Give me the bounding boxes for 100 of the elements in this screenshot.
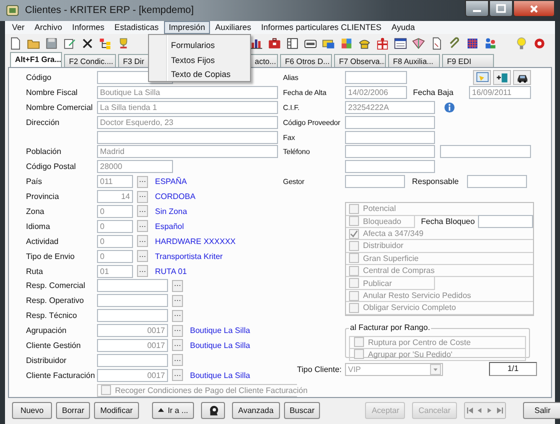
menu-item[interactable]: Impresión: [164, 21, 210, 34]
people-icon[interactable]: [484, 36, 497, 50]
lookup-button[interactable]: [172, 280, 183, 292]
close-button[interactable]: [513, 0, 555, 17]
description-link[interactable]: Boutique La Silla: [190, 340, 250, 350]
text-field[interactable]: [345, 175, 405, 188]
text-field[interactable]: [345, 116, 435, 129]
maximize-button[interactable]: [489, 0, 513, 17]
text-field[interactable]: [345, 145, 435, 158]
car-button[interactable]: [513, 70, 531, 85]
card-icon: [476, 70, 488, 84]
description-link[interactable]: Boutique La Silla: [190, 326, 250, 336]
lookup-button[interactable]: [137, 235, 148, 248]
palette-icon[interactable]: [340, 36, 353, 50]
description-link[interactable]: CORDOBA: [155, 192, 196, 202]
description-link[interactable]: HARDWARE XXXXXX: [155, 236, 236, 246]
checkbox-label: Publicar: [363, 278, 392, 288]
last-record-button[interactable]: [494, 402, 504, 418]
menu-item[interactable]: Archivo: [29, 21, 68, 34]
tree-icon[interactable]: [99, 36, 112, 50]
lookup-button[interactable]: [137, 176, 148, 188]
menu-item[interactable]: Informes particulares CLIENTES: [256, 21, 386, 34]
menu-option[interactable]: Formularios: [149, 38, 250, 52]
chart-icon[interactable]: [250, 36, 263, 50]
text-field[interactable]: [440, 145, 531, 158]
description-link[interactable]: Transportista Kriter: [155, 252, 223, 261]
description-link[interactable]: Sin Zona: [155, 206, 188, 216]
text-field[interactable]: [345, 70, 407, 84]
field-label: Cliente Facturación: [26, 370, 96, 380]
action-button[interactable]: Borrar: [56, 402, 90, 418]
head-button[interactable]: [201, 402, 226, 418]
panel-icon[interactable]: [286, 36, 299, 50]
menu-option[interactable]: Texto de Copias: [149, 67, 250, 82]
text-field[interactable]: 23254222A: [345, 100, 435, 114]
date-field[interactable]: [478, 215, 533, 228]
code-field[interactable]: [97, 309, 168, 322]
action-button[interactable]: Avanzada: [232, 402, 280, 418]
lookup-button[interactable]: [172, 324, 183, 337]
trophy-icon[interactable]: [117, 36, 130, 50]
lookup-button[interactable]: [137, 190, 148, 203]
code-field[interactable]: 14: [97, 190, 133, 204]
text-field[interactable]: [97, 130, 278, 144]
gift-icon[interactable]: [376, 36, 389, 50]
action-button[interactable]: Buscar: [284, 402, 320, 418]
menu-item[interactable]: Informes: [67, 21, 110, 34]
card-button[interactable]: [473, 70, 491, 85]
add-button[interactable]: [493, 70, 511, 85]
lookup-button[interactable]: [172, 339, 183, 352]
code-field[interactable]: [97, 354, 168, 367]
delete-icon[interactable]: [81, 36, 94, 50]
text-field[interactable]: [345, 130, 435, 144]
checkbox-label: Potencial: [363, 204, 396, 214]
info-icon[interactable]: [444, 102, 455, 113]
lookup-button[interactable]: [137, 205, 148, 218]
action-button[interactable]: Modificar: [94, 402, 139, 418]
code-field[interactable]: 011: [97, 175, 133, 188]
code-field[interactable]: [97, 279, 168, 292]
action-button[interactable]: Nuevo: [12, 402, 52, 418]
page-icon[interactable]: [430, 36, 443, 50]
close-icon: [529, 4, 539, 14]
paperclip-icon[interactable]: [448, 36, 461, 50]
save-icon[interactable]: [45, 36, 58, 50]
menu-item[interactable]: Ayuda: [386, 21, 420, 34]
action-button[interactable]: Salir: [522, 402, 560, 418]
menu-item[interactable]: Auxiliares: [210, 21, 256, 34]
text-field[interactable]: [467, 175, 527, 188]
grid-icon[interactable]: [466, 36, 479, 50]
lookup-button[interactable]: [137, 250, 148, 262]
edit-icon[interactable]: [63, 36, 76, 50]
briefcase-icon[interactable]: [268, 36, 281, 50]
lookup-button[interactable]: [172, 369, 183, 382]
text-field[interactable]: [345, 160, 435, 174]
menu-item[interactable]: Ver: [7, 21, 30, 34]
lookup-button[interactable]: [137, 265, 148, 278]
code-field[interactable]: [97, 294, 168, 308]
date-field[interactable]: 16/09/2011: [469, 86, 531, 99]
goto-button[interactable]: Ir a ...: [152, 402, 194, 418]
field-label: Resp. Operativo: [26, 296, 85, 306]
text-field[interactable]: 28000: [97, 160, 173, 174]
lookup-button[interactable]: [172, 294, 183, 307]
date-field[interactable]: 14/02/2006: [345, 86, 407, 99]
text-field[interactable]: La Silla tienda 1: [97, 100, 278, 114]
text-field[interactable]: Madrid: [97, 145, 278, 158]
calendar-icon[interactable]: [394, 36, 407, 50]
bulb-icon[interactable]: [515, 36, 528, 50]
document-icon[interactable]: [9, 36, 22, 50]
minimize-button[interactable]: [465, 0, 489, 17]
description-link[interactable]: RUTA 01: [155, 266, 187, 276]
lookup-button[interactable]: [172, 354, 183, 366]
checkbox-label: Agrupar por 'Su Pedido': [368, 350, 452, 359]
description-link[interactable]: ESPAÑA: [155, 177, 187, 186]
field-label: Dirección: [26, 118, 60, 127]
description-link[interactable]: Español: [155, 222, 184, 231]
lookup-button[interactable]: [137, 220, 148, 232]
help-icon[interactable]: [533, 36, 546, 50]
lookup-button[interactable]: [172, 310, 183, 322]
first-record-button[interactable]: [464, 402, 474, 418]
description-link[interactable]: Boutique La Silla: [190, 370, 250, 380]
field-label: Nombre Comercial: [26, 102, 94, 112]
menu-item[interactable]: Estadisticas: [109, 21, 164, 34]
